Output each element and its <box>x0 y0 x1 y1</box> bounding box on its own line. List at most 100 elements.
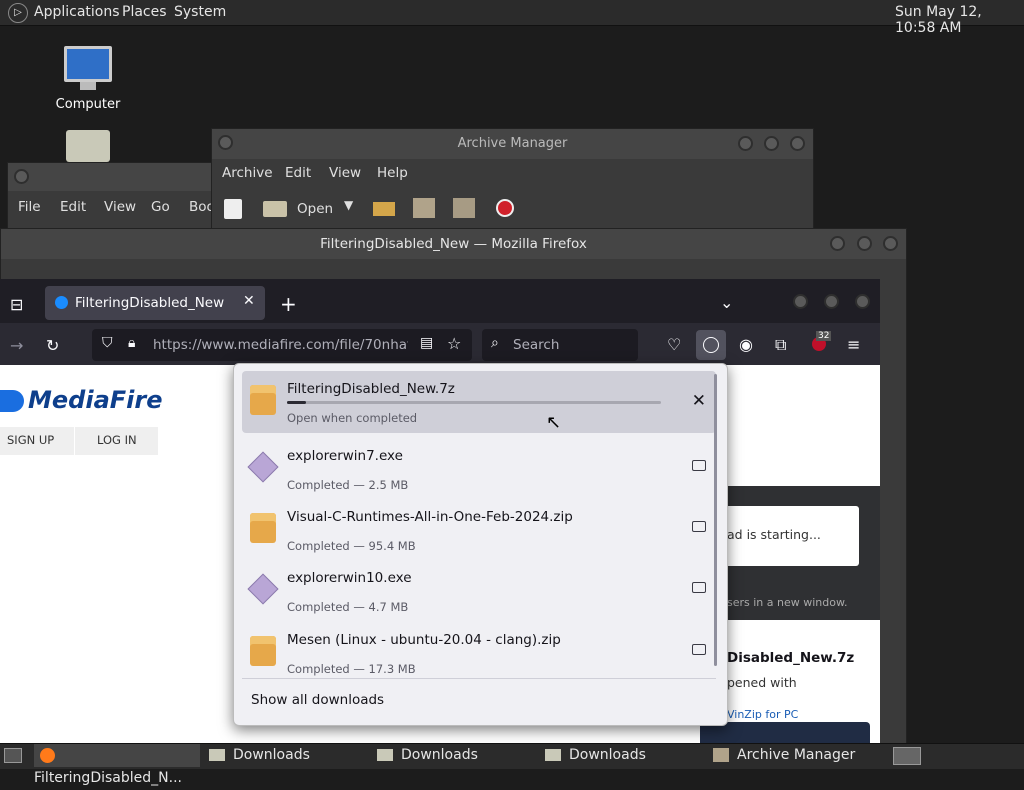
home-folder-icon[interactable] <box>66 130 110 162</box>
downloads-button[interactable] <box>696 330 726 360</box>
new-archive-icon[interactable] <box>224 199 242 219</box>
extract-icon[interactable] <box>373 202 395 216</box>
new-tab-icon[interactable]: + <box>280 292 297 316</box>
add-folder-icon[interactable] <box>453 198 475 218</box>
menu-view[interactable]: View <box>104 199 136 215</box>
reader-view-icon[interactable]: ▤ <box>420 335 433 351</box>
download-item[interactable]: FilteringDisabled_New.7z Open when compl… <box>242 371 716 433</box>
trash-icon[interactable] <box>893 747 921 765</box>
show-all-downloads-button[interactable]: Show all downloads <box>251 692 384 708</box>
panel-divider <box>242 678 716 679</box>
window-menu-button[interactable] <box>218 135 233 150</box>
scrollbar-thumb[interactable] <box>714 374 717 666</box>
computer-stand-icon <box>80 82 96 90</box>
menu-archive[interactable]: Archive <box>222 165 273 181</box>
shield-icon[interactable]: ⛉ <box>102 335 113 351</box>
tab-title: FilteringDisabled_New <box>75 295 225 311</box>
ublock-badge: 32 <box>816 331 832 341</box>
winzip-link[interactable]: VinZip for PC <box>727 708 798 721</box>
taskbar-item-downloads-1[interactable]: Downloads <box>205 744 365 767</box>
mouse-cursor-icon: ↖ <box>546 412 562 433</box>
cancel-download-icon[interactable]: ✕ <box>692 391 706 411</box>
download-name: explorerwin10.exe <box>287 570 412 586</box>
close-button[interactable] <box>855 294 870 309</box>
search-input[interactable]: Search <box>513 337 559 353</box>
computer-label: Computer <box>55 97 121 112</box>
login-link[interactable]: LOG IN <box>97 433 137 447</box>
show-in-folder-icon[interactable] <box>692 582 706 593</box>
system-menu[interactable]: System <box>174 4 226 20</box>
archive-file-icon <box>250 636 276 666</box>
minimize-button[interactable] <box>793 294 808 309</box>
downloads-progress-icon <box>703 337 719 353</box>
download-item[interactable]: explorerwin10.exe Completed — 4.7 MB <box>242 560 716 622</box>
footer-bar <box>700 722 870 744</box>
download-status: Open when completed <box>287 411 418 425</box>
menu-go[interactable]: Go <box>151 199 170 215</box>
menu-edit[interactable]: Edit <box>60 199 86 215</box>
reload-icon[interactable]: ↻ <box>46 336 59 355</box>
menu-help[interactable]: Help <box>377 165 408 181</box>
executable-file-icon <box>247 451 279 483</box>
account-icon[interactable]: ◉ <box>739 335 753 354</box>
extensions-icon[interactable]: ⧉ <box>775 335 786 355</box>
maximize-button[interactable] <box>764 136 779 151</box>
forward-icon[interactable]: → <box>10 336 23 355</box>
applications-menu[interactable]: Applications <box>34 4 120 20</box>
close-button[interactable] <box>883 236 898 251</box>
stop-icon[interactable] <box>496 199 514 217</box>
window-menu-button[interactable] <box>14 169 29 184</box>
download-item[interactable]: explorerwin7.exe Completed — 2.5 MB <box>242 438 716 500</box>
signup-link[interactable]: SIGN UP <box>7 433 54 447</box>
add-files-icon[interactable] <box>413 198 435 218</box>
firefox-window-title[interactable]: FilteringDisabled_New — Mozilla Firefox <box>1 229 906 259</box>
close-tab-icon[interactable]: ✕ <box>243 293 255 309</box>
archive-file-icon <box>250 385 276 415</box>
lock-icon[interactable]: 🔒︎ <box>128 335 135 351</box>
executable-file-icon <box>247 573 279 605</box>
taskbar-item-firefox[interactable]: FilteringDisabled_N... <box>34 744 200 786</box>
download-item[interactable]: Mesen (Linux - ubuntu-20.04 - clang).zip… <box>242 622 716 684</box>
close-button[interactable] <box>790 136 805 151</box>
taskbar-item-downloads-2[interactable]: Downloads <box>373 744 533 767</box>
system-logo-icon[interactable]: ▷ <box>8 3 28 23</box>
taskbar-item-downloads-3[interactable]: Downloads <box>541 744 701 767</box>
download-status: Completed — 4.7 MB <box>287 600 409 614</box>
download-item[interactable]: Visual-C-Runtimes-All-in-One-Feb-2024.zi… <box>242 499 716 561</box>
minimize-button[interactable] <box>738 136 753 151</box>
computer-icon[interactable] <box>64 46 112 82</box>
menu-file[interactable]: File <box>18 199 41 215</box>
places-menu[interactable]: Places <box>122 4 167 20</box>
app-menu-icon[interactable]: ≡ <box>847 335 860 354</box>
download-name: Visual-C-Runtimes-All-in-One-Feb-2024.zi… <box>287 509 573 525</box>
open-button[interactable]: Open <box>297 201 333 217</box>
open-folder-icon[interactable] <box>263 201 287 217</box>
mediafire-logo[interactable]: MediaFire <box>28 386 163 414</box>
url-bar[interactable]: ⛉ 🔒︎ https://www.mediafire.com/file/70nh… <box>92 329 472 361</box>
firefox-view-icon[interactable]: ⊟ <box>10 295 23 314</box>
search-bar[interactable]: ⌕ Search <box>482 329 638 361</box>
tab-filteringdisabled[interactable]: FilteringDisabled_New ✕ <box>45 286 265 320</box>
minimize-button[interactable] <box>830 236 845 251</box>
maximize-button[interactable] <box>824 294 839 309</box>
chevron-down-icon[interactable]: ▼ <box>344 198 353 212</box>
url-text[interactable]: https://www.mediafire.com/file/70nhaf6 <box>153 337 408 353</box>
pocket-icon[interactable]: ♡ <box>667 335 681 354</box>
file-name-heading: Disabled_New.7z <box>727 650 855 666</box>
show-in-folder-icon[interactable] <box>692 460 706 471</box>
menu-view[interactable]: View <box>329 165 361 181</box>
clock[interactable]: Sun May 12, 10:58 AM <box>895 4 1024 36</box>
download-name: explorerwin7.exe <box>287 448 403 464</box>
divider <box>74 427 75 455</box>
show-desktop-icon[interactable] <box>4 748 22 763</box>
mediafire-logo-icon <box>0 390 24 412</box>
show-in-folder-icon[interactable] <box>692 644 706 655</box>
menu-edit[interactable]: Edit <box>285 165 311 181</box>
list-tabs-chevron-icon[interactable]: ⌄ <box>720 293 733 312</box>
opened-with-text: pened with <box>727 675 797 690</box>
taskbar-item-archive-manager[interactable]: Archive Manager <box>709 744 879 767</box>
archive-manager-title[interactable]: Archive Manager <box>212 129 813 159</box>
bookmark-star-icon[interactable]: ☆ <box>447 334 461 353</box>
maximize-button[interactable] <box>857 236 872 251</box>
show-in-folder-icon[interactable] <box>692 521 706 532</box>
